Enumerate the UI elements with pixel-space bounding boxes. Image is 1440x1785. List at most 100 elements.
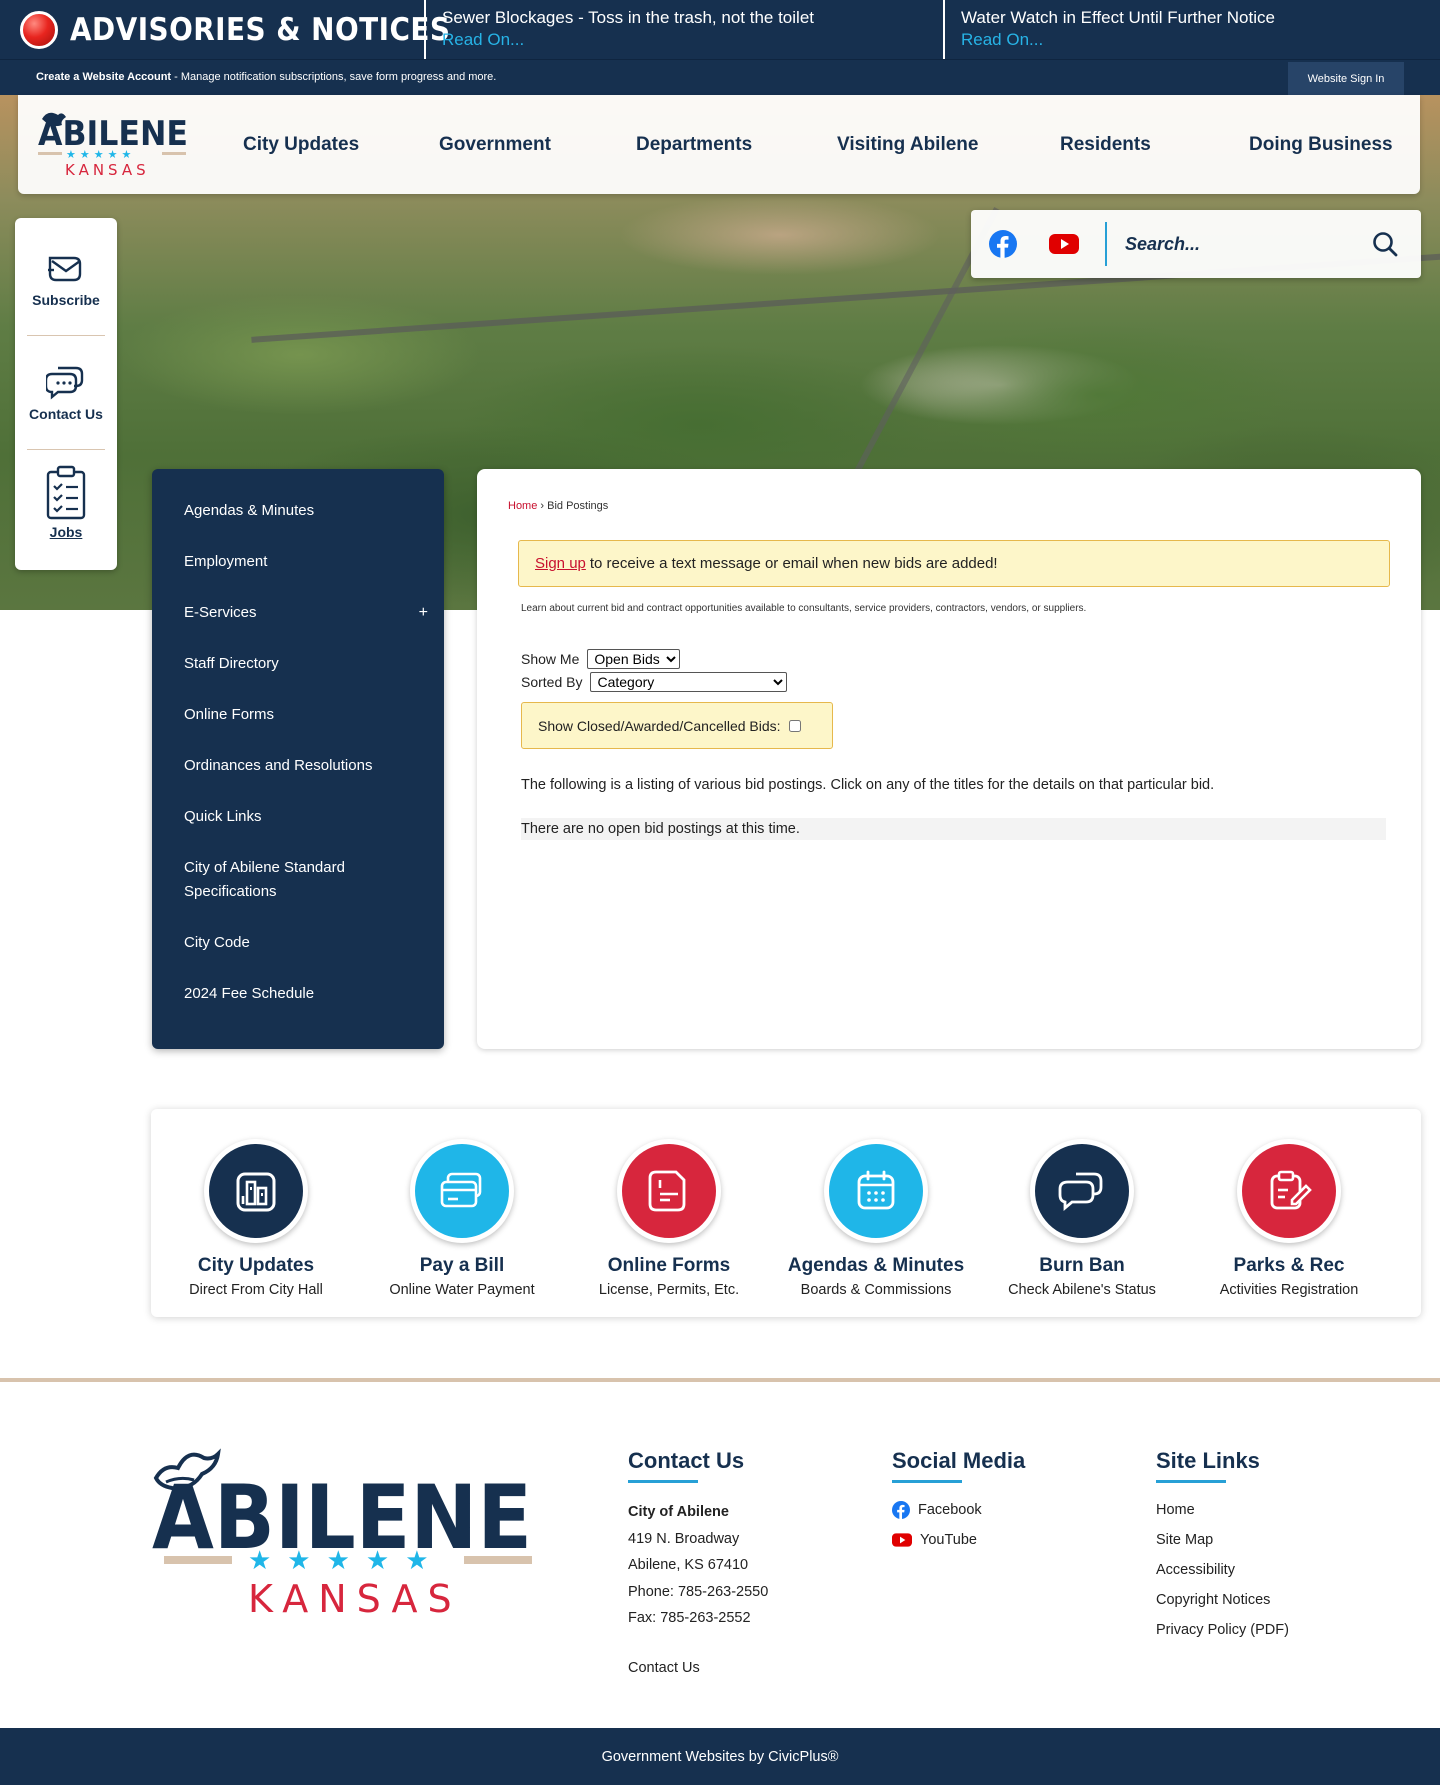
- footer-site-links-column: Site Links Home Site Map Accessibility C…: [1156, 1448, 1289, 1645]
- footer-logo-subtext: KANSAS: [248, 1577, 462, 1616]
- footer-link-site-map[interactable]: Site Map: [1156, 1525, 1289, 1555]
- sidenav-standard-specifications[interactable]: City of Abilene Standard Specifications: [152, 842, 444, 917]
- sidenav-quick-links[interactable]: Quick Links: [152, 791, 444, 842]
- quick-link-city-updates[interactable]: City Updates Direct From City Hall: [156, 1139, 356, 1298]
- footer-social-title: Social Media: [892, 1448, 1026, 1473]
- sorted-by-select[interactable]: Category: [590, 672, 788, 692]
- sidenav-online-forms[interactable]: Online Forms: [152, 689, 444, 740]
- advisory-title[interactable]: Water Watch in Effect Until Further Noti…: [961, 8, 1424, 28]
- quick-link-parks-rec[interactable]: Parks & Rec Activities Registration: [1189, 1139, 1389, 1298]
- quick-link-online-forms[interactable]: Online Forms License, Permits, Etc.: [569, 1139, 769, 1298]
- sidenav-city-code[interactable]: City Code: [152, 917, 444, 968]
- website-sign-in-button[interactable]: Website Sign In: [1288, 62, 1404, 96]
- quick-link-subtitle: Online Water Payment: [389, 1282, 535, 1298]
- breadcrumb-separator: ›: [537, 500, 548, 512]
- advisory-read-on-link[interactable]: Read On...: [961, 28, 1424, 52]
- footer-social-label: Facebook: [918, 1502, 982, 1518]
- signup-alert: Sign up to receive a text message or ema…: [518, 540, 1390, 587]
- nav-residents[interactable]: Residents: [1060, 134, 1151, 156]
- show-me-select[interactable]: Open Bids: [587, 649, 681, 669]
- account-prompt: Create a Website Account - Manage notifi…: [36, 71, 496, 83]
- subscribe-button[interactable]: Subscribe: [15, 250, 117, 308]
- nav-city-updates[interactable]: City Updates: [243, 134, 359, 156]
- civicplus-credit-link[interactable]: Government Websites by CivicPlus®: [602, 1749, 839, 1765]
- quick-link-title: Parks & Rec: [1233, 1255, 1345, 1276]
- quick-actions-divider: [27, 449, 105, 450]
- account-bar: Create a Website Account - Manage notifi…: [0, 59, 1440, 96]
- contact-us-button[interactable]: Contact Us: [15, 364, 117, 422]
- footer-abilene-logo[interactable]: ABILENE ★★★★★ KANSAS: [152, 1436, 532, 1616]
- listing-intro-text: The following is a listing of various bi…: [521, 777, 1215, 793]
- clipboard-edit-icon: [1237, 1139, 1341, 1243]
- footer-link-copyright[interactable]: Copyright Notices: [1156, 1585, 1289, 1615]
- footer-social-label: YouTube: [920, 1532, 977, 1548]
- footer-facebook-link[interactable]: Facebook: [892, 1495, 1025, 1525]
- footer-title-underline: [628, 1480, 698, 1483]
- quick-link-subtitle: Direct From City Hall: [189, 1282, 323, 1298]
- show-me-filter: Show Me Open Bids: [521, 649, 681, 669]
- youtube-icon[interactable]: [1049, 232, 1079, 256]
- quick-link-agendas-minutes[interactable]: Agendas & Minutes Boards & Commissions: [776, 1139, 976, 1298]
- advisory-item[interactable]: Water Watch in Effect Until Further Noti…: [943, 0, 1440, 59]
- alert-dot-icon: [20, 11, 58, 49]
- search-input[interactable]: [1125, 226, 1345, 262]
- footer-social-column: Social Media Facebook YouTube: [892, 1448, 1025, 1555]
- quick-link-pay-a-bill[interactable]: Pay a Bill Online Water Payment: [362, 1139, 562, 1298]
- quick-link-title: Online Forms: [607, 1255, 731, 1276]
- logo-subtext: KANSAS: [65, 161, 150, 179]
- advisory-read-on-link[interactable]: Read On...: [442, 28, 928, 52]
- create-account-link[interactable]: Create a Website Account: [36, 71, 171, 83]
- footer-contact-us-link[interactable]: Contact Us: [628, 1655, 768, 1682]
- subscribe-envelope-icon: [48, 256, 82, 282]
- sidenav-agendas-minutes[interactable]: Agendas & Minutes: [152, 485, 444, 536]
- footer-title-underline: [892, 1480, 962, 1483]
- advisories-heading: ADVISORIES & NOTICES: [20, 8, 493, 52]
- quick-link-burn-ban[interactable]: Burn Ban Check Abilene's Status: [982, 1139, 1182, 1298]
- facebook-icon[interactable]: [989, 230, 1017, 258]
- sign-up-link[interactable]: Sign up: [535, 555, 586, 572]
- credit-card-icon: [410, 1139, 514, 1243]
- search-divider: [1105, 222, 1107, 266]
- sidenav-e-services[interactable]: E-Services +: [152, 587, 444, 638]
- quick-link-title: Agendas & Minutes: [787, 1255, 965, 1276]
- quick-link-subtitle: Boards & Commissions: [800, 1282, 952, 1298]
- breadcrumb: Home › Bid Postings: [508, 500, 608, 512]
- civicplus-footer-bar: Government Websites by CivicPlus®: [0, 1728, 1440, 1785]
- clipboard-checklist-icon: [46, 465, 86, 520]
- breadcrumb-home-link[interactable]: Home: [508, 500, 537, 512]
- no-bids-message: There are no open bid postings at this t…: [521, 818, 1386, 840]
- nav-departments[interactable]: Departments: [636, 134, 752, 156]
- search-icon[interactable]: [1371, 230, 1399, 258]
- quick-link-subtitle: Activities Registration: [1219, 1282, 1359, 1298]
- footer-youtube-link[interactable]: YouTube: [892, 1525, 1025, 1555]
- building-icon: [204, 1139, 308, 1243]
- sidenav-fee-schedule[interactable]: 2024 Fee Schedule: [152, 968, 444, 1019]
- advisory-title[interactable]: Sewer Blockages - Toss in the trash, not…: [442, 8, 928, 28]
- signup-alert-text: to receive a text message or email when …: [589, 555, 998, 572]
- show-closed-checkbox[interactable]: [788, 719, 801, 732]
- nav-government[interactable]: Government: [439, 134, 551, 156]
- nav-doing-business[interactable]: Doing Business: [1249, 134, 1393, 156]
- footer-link-accessibility[interactable]: Accessibility: [1156, 1555, 1289, 1585]
- advisory-item[interactable]: Sewer Blockages - Toss in the trash, not…: [424, 0, 944, 59]
- jobs-button[interactable]: Jobs: [15, 464, 117, 540]
- calendar-icon: [824, 1139, 928, 1243]
- quick-actions-panel: Subscribe Contact Us Jobs: [15, 218, 117, 570]
- expand-plus-icon[interactable]: +: [419, 601, 428, 625]
- show-closed-bids-box: Show Closed/Awarded/Cancelled Bids:: [521, 702, 833, 749]
- sidenav-employment[interactable]: Employment: [152, 536, 444, 587]
- sidenav-ordinances-resolutions[interactable]: Ordinances and Resolutions: [152, 740, 444, 791]
- footer-contact-org: City of Abilene: [628, 1504, 729, 1520]
- footer-link-home[interactable]: Home: [1156, 1495, 1289, 1525]
- sidenav-staff-directory[interactable]: Staff Directory: [152, 638, 444, 689]
- abilene-logo[interactable]: ABILENE ★★★★★ KANSAS: [32, 105, 192, 183]
- footer-title-underline: [1156, 1480, 1226, 1483]
- advisories-title: ADVISORIES & NOTICES: [70, 12, 451, 48]
- bid-intro-text: Learn about current bid and contract opp…: [521, 603, 1087, 614]
- quick-link-subtitle: Check Abilene's Status: [1008, 1282, 1156, 1298]
- nav-visiting-abilene[interactable]: Visiting Abilene: [837, 134, 978, 156]
- side-navigation: Agendas & Minutes Employment E-Services …: [152, 469, 444, 1049]
- footer-site-links-title: Site Links: [1156, 1448, 1260, 1473]
- footer-link-privacy-policy[interactable]: Privacy Policy (PDF): [1156, 1615, 1289, 1645]
- footer-contact-fax: Fax: 785-263-2552: [628, 1610, 751, 1626]
